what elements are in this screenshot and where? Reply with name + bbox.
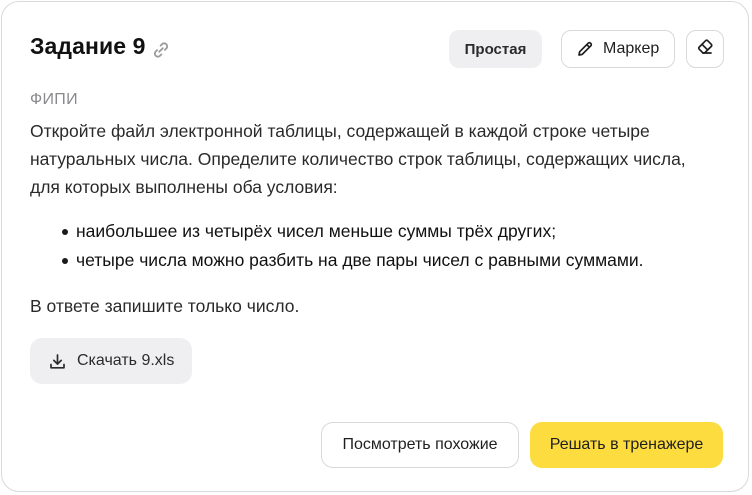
conditions-list: наибольшее из четырёх чисел меньше суммы… [30, 217, 720, 275]
list-item: четыре числа можно разбить на две пары ч… [30, 246, 720, 275]
bullet [62, 229, 68, 235]
solve-in-trainer-button[interactable]: Решать в тренажере [530, 422, 723, 468]
task-title: Задание 9 [30, 33, 146, 59]
marker-button-label: Маркер [603, 40, 660, 57]
marker-button[interactable]: Маркер [561, 30, 675, 68]
eraser-icon [695, 37, 715, 62]
difficulty-badge: Простая [449, 30, 542, 68]
list-item: наибольшее из четырёх чисел меньше суммы… [30, 217, 720, 246]
bullet [62, 258, 68, 264]
eraser-button[interactable] [686, 30, 724, 68]
task-header: Задание 9 Простая Маркер [30, 30, 724, 68]
task-source: ФИПИ [30, 91, 78, 108]
task-card: Задание 9 Простая Маркер ФИПИ Откройте ф… [1, 1, 749, 492]
link-icon[interactable] [151, 40, 171, 60]
view-similar-button[interactable]: Посмотреть похожие [321, 422, 519, 468]
answer-note: В ответе запишите только число. [30, 296, 300, 316]
download-icon [49, 353, 66, 370]
condition-text: наибольшее из четырёх чисел меньше суммы… [76, 221, 557, 241]
download-file-button[interactable]: Скачать 9.xls [30, 338, 192, 384]
task-statement: Откройте файл электронной таблицы, содер… [30, 121, 686, 197]
download-file-label: Скачать 9.xls [77, 352, 175, 369]
pencil-icon [576, 40, 594, 58]
condition-text: четыре числа можно разбить на две пары ч… [76, 250, 644, 270]
